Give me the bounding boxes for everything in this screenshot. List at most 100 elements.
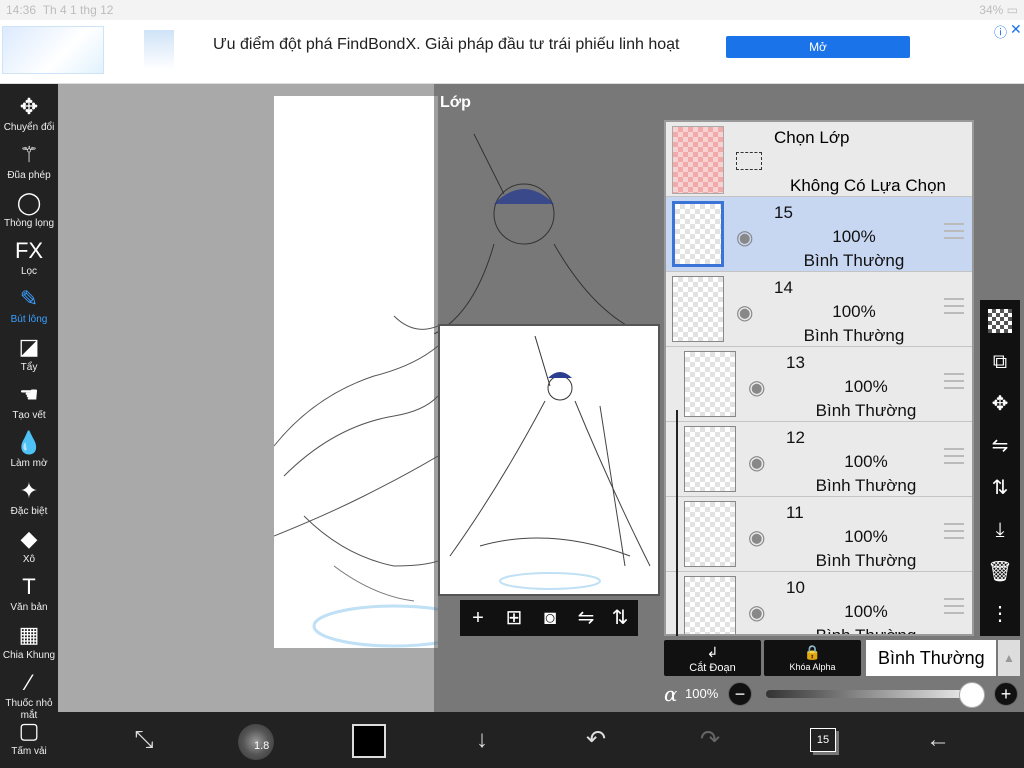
lock-icon: 🔒 bbox=[803, 644, 822, 660]
tool-eraser[interactable]: ◪ Tẩy bbox=[0, 332, 58, 380]
drag-handle-icon[interactable] bbox=[944, 373, 964, 389]
opacity-increase-button[interactable]: + bbox=[994, 682, 1018, 706]
flip-h-icon[interactable]: ⇋ bbox=[980, 428, 1020, 464]
ad-banner[interactable]: Ưu điểm đột phá FindBondX. Giải pháp đầu… bbox=[0, 20, 1024, 84]
layer-name: 12 bbox=[786, 428, 805, 447]
quick-tools-icon[interactable]: ⤡ bbox=[124, 722, 164, 758]
selection-layer-row[interactable]: Chọn Lớp Không Có Lựa Chọn bbox=[666, 122, 972, 197]
eye-icon[interactable]: ◉ bbox=[748, 375, 765, 400]
add-image-layer-icon[interactable]: ⊞ bbox=[500, 604, 528, 632]
layer-blend-mode: Bình Thường bbox=[803, 326, 905, 345]
tool-label: Thòng lọng bbox=[3, 218, 55, 229]
tool-canvas[interactable]: ▢ Tấm vải bbox=[0, 716, 58, 764]
layer-name: 15 bbox=[774, 203, 793, 222]
tool-label: Chuyển đổi bbox=[3, 122, 55, 133]
tool-brush[interactable]: ✎ Bút lông bbox=[0, 284, 58, 332]
layer-thumbnail bbox=[672, 276, 724, 342]
layer-blend-mode: Bình Thường bbox=[803, 251, 905, 270]
ad-headline[interactable]: Ưu điểm đột phá FindBondX. Giải pháp đầu… bbox=[213, 36, 679, 54]
tool-label: Bút lông bbox=[10, 314, 48, 325]
frame-divider-icon: ▦ bbox=[18, 622, 40, 647]
layer-row[interactable]: ◉ 10 100% Bình Thường bbox=[666, 572, 972, 634]
status-battery: 34% ▭ bbox=[979, 3, 1018, 17]
drag-handle-icon[interactable] bbox=[944, 298, 964, 314]
tool-label: Đặc biệt bbox=[10, 506, 48, 517]
merge-down-icon[interactable]: ⤓ bbox=[980, 512, 1020, 548]
tool-label: Tẩy bbox=[20, 362, 38, 373]
info-icon[interactable]: ⓘ bbox=[994, 22, 1007, 41]
close-icon[interactable]: ✕ bbox=[1010, 21, 1022, 38]
eye-icon[interactable]: ◉ bbox=[736, 300, 753, 325]
transparency-icon[interactable] bbox=[980, 302, 1020, 338]
layer-opacity: 100% bbox=[844, 527, 888, 546]
preview-toolbar: + ⊞ ◙ ⇋ ⇅ bbox=[460, 600, 638, 636]
eyedropper-icon: ⁄ bbox=[27, 670, 31, 695]
layer-row[interactable]: ◉ 13 100% Bình Thường bbox=[666, 347, 972, 422]
status-bar: 14:36 Th 4 1 thg 12 34% ▭ bbox=[0, 0, 1024, 20]
drag-handle-icon[interactable] bbox=[944, 523, 964, 539]
selection-layer-title: Chọn Lớp bbox=[774, 128, 850, 147]
ad-open-button[interactable]: Mở bbox=[726, 36, 910, 58]
layer-opacity: 100% bbox=[832, 302, 876, 321]
eye-icon[interactable]: ◉ bbox=[748, 450, 765, 475]
layer-row[interactable]: ◉ 12 100% Bình Thường bbox=[666, 422, 972, 497]
flip-vertical-icon[interactable]: ⇅ bbox=[606, 604, 634, 632]
tool-label: Văn bản bbox=[10, 602, 48, 613]
alpha-lock-button[interactable]: 🔒 Khóa Alpha bbox=[764, 640, 861, 676]
layer-list[interactable]: Chọn Lớp Không Có Lựa Chọn ◉ 15 100% Bình T… bbox=[664, 120, 974, 636]
tool-move[interactable]: ✥ Chuyển đổi bbox=[0, 92, 58, 140]
tool-special[interactable]: ✦ Đặc biệt bbox=[0, 476, 58, 524]
tool-label: Tạo vết bbox=[12, 410, 46, 421]
camera-icon[interactable]: ◙ bbox=[536, 604, 564, 632]
drag-handle-icon[interactable] bbox=[944, 598, 964, 614]
down-arrow-icon[interactable]: ↓ bbox=[462, 722, 502, 758]
clipping-indicator bbox=[676, 410, 678, 636]
delete-icon[interactable]: 🗑 bbox=[980, 554, 1020, 590]
tool-smudge[interactable]: ☚ Tạo vết bbox=[0, 380, 58, 428]
back-arrow-icon[interactable]: ← bbox=[918, 722, 958, 758]
move-icon: ✥ bbox=[19, 94, 39, 119]
eye-icon[interactable]: ◉ bbox=[748, 600, 765, 625]
tool-blur[interactable]: 💧 Làm mờ bbox=[0, 428, 58, 476]
layers-button[interactable]: 15 bbox=[810, 728, 836, 752]
redo-icon[interactable]: ↷ bbox=[690, 722, 730, 758]
undo-icon[interactable]: ↶ bbox=[576, 722, 616, 758]
more-icon[interactable]: ⋮ bbox=[980, 596, 1020, 632]
ad-image-secondary bbox=[144, 30, 174, 70]
layer-row[interactable]: ◉ 15 100% Bình Thường bbox=[666, 197, 972, 272]
tool-magic-wand[interactable]: ⚚ Đũa phép bbox=[0, 140, 58, 188]
eye-icon[interactable]: ◉ bbox=[736, 225, 753, 250]
layer-transform-icon[interactable]: ⧉ bbox=[980, 344, 1020, 380]
tool-bucket[interactable]: ◆ Xô bbox=[0, 524, 58, 572]
right-toolbar: ⧉ ✥ ⇋ ⇅ ⤓ 🗑 ⋮ bbox=[980, 300, 1020, 636]
eye-icon[interactable]: ◉ bbox=[748, 525, 765, 550]
blend-arrow-icon[interactable]: ▲ bbox=[998, 640, 1020, 676]
tool-text[interactable]: T Văn bản bbox=[0, 572, 58, 620]
panel-title: Lớp bbox=[440, 94, 471, 111]
brush-size-value: 1.8 bbox=[254, 740, 270, 752]
clip-button[interactable]: ↲ Cắt Đoạn bbox=[664, 640, 761, 676]
brush-icon: ✎ bbox=[19, 286, 39, 311]
tool-frame-divider[interactable]: ▦ Chia Khung bbox=[0, 620, 58, 668]
drag-handle-icon[interactable] bbox=[944, 448, 964, 464]
preview-art bbox=[449, 335, 651, 590]
lasso-icon: ◯ bbox=[16, 190, 42, 215]
tool-fx[interactable]: FX Lọc bbox=[0, 236, 58, 284]
opacity-slider-knob[interactable] bbox=[959, 682, 985, 708]
selection-state: Không Có Lựa Chọn bbox=[790, 176, 946, 195]
flip-horizontal-icon[interactable]: ⇋ bbox=[572, 604, 600, 632]
tool-eyedropper[interactable]: ⁄ Thuốc nhỏ mắt bbox=[0, 668, 58, 721]
layer-row[interactable]: ◉ 11 100% Bình Thường bbox=[666, 497, 972, 572]
move-layer-icon[interactable]: ✥ bbox=[980, 386, 1020, 422]
tool-lasso[interactable]: ◯ Thòng lọng bbox=[0, 188, 58, 236]
add-layer-icon[interactable]: + bbox=[464, 604, 492, 632]
blend-mode-select[interactable]: Bình Thường bbox=[866, 640, 996, 676]
layer-row[interactable]: ◉ 14 100% Bình Thường bbox=[666, 272, 972, 347]
opacity-decrease-button[interactable]: − bbox=[728, 682, 752, 706]
opacity-slider[interactable] bbox=[766, 690, 972, 698]
flip-v-icon[interactable]: ⇅ bbox=[980, 470, 1020, 506]
drawing-canvas[interactable] bbox=[274, 96, 438, 648]
color-swatch[interactable] bbox=[352, 724, 386, 758]
tool-sidebar: ✥ Chuyển đổi ⚚ Đũa phép ◯ Thòng lọng FX Lọc ✎ Bút… bbox=[0, 84, 58, 768]
drag-handle-icon[interactable] bbox=[944, 223, 964, 239]
